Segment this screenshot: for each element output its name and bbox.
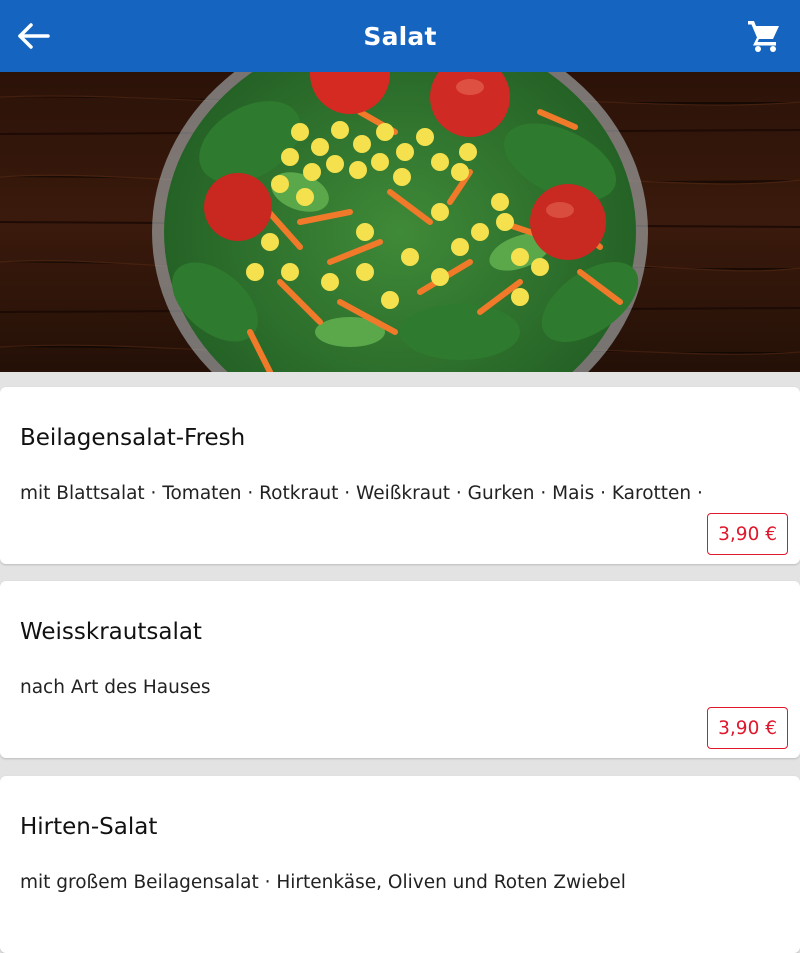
arrow-left-icon (18, 23, 50, 49)
cart-button[interactable] (746, 18, 782, 54)
back-button[interactable] (14, 18, 54, 54)
product-description: mit Blattsalat · Tomaten · Rotkraut · We… (20, 483, 703, 504)
product-name: Weisskrautsalat (20, 619, 202, 645)
product-description: mit großem Beilagensalat · Hirtenkäse, O… (20, 872, 626, 893)
shopping-cart-icon (748, 21, 779, 52)
product-card[interactable]: Hirten-Salat mit großem Beilagensalat · … (0, 776, 800, 953)
page-title: Salat (363, 21, 437, 51)
product-description: nach Art des Hauses (20, 677, 211, 698)
app-bar: Salat (0, 0, 800, 72)
product-name: Hirten-Salat (20, 814, 158, 840)
price-button[interactable]: 3,90 € (707, 513, 788, 555)
hero-image (0, 72, 800, 372)
product-name: Beilagensalat-Fresh (20, 425, 246, 451)
salad-bowl-photo (0, 72, 800, 372)
product-card[interactable]: Weisskrautsalat nach Art des Hauses 3,90… (0, 581, 800, 758)
price-button[interactable]: 3,90 € (707, 707, 788, 749)
product-card[interactable]: Beilagensalat-Fresh mit Blattsalat · Tom… (0, 387, 800, 564)
